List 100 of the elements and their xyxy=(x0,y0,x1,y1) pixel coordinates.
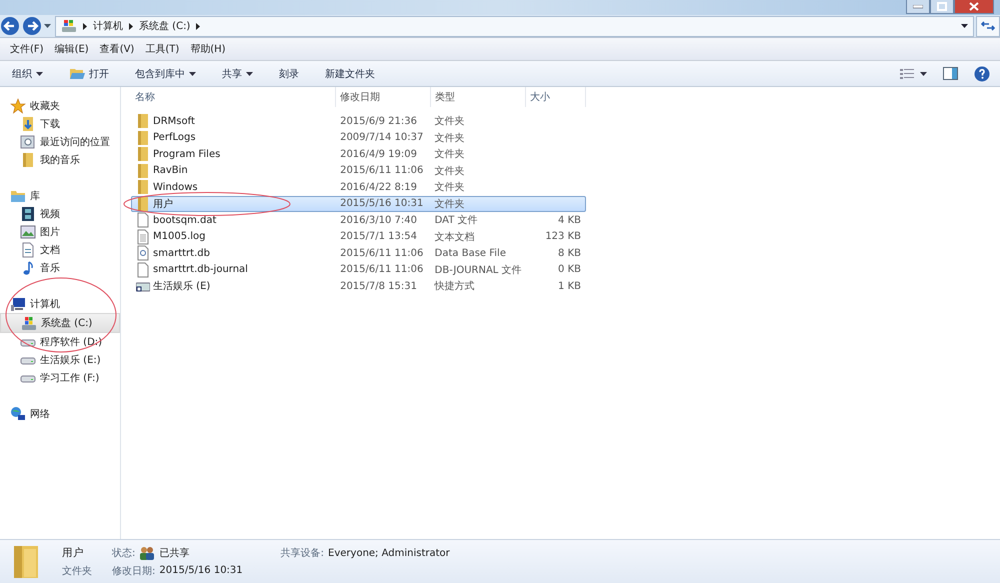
drive-icon xyxy=(61,19,77,33)
menu-item[interactable]: 帮助(H) xyxy=(190,42,226,56)
toolbar-button[interactable]: 共享 xyxy=(214,64,261,82)
toolbar-button[interactable]: 组织 xyxy=(4,64,51,82)
nav-item[interactable]: 学习工作 (F:) xyxy=(0,369,120,387)
file-row[interactable]: PerfLogs 2009/7/14 10:37 文件夹 xyxy=(131,130,586,146)
toolbar-button[interactable]: 包含到库中 xyxy=(127,64,204,82)
file-name: RavBin xyxy=(153,165,188,176)
breadcrumb[interactable]: 计算机 xyxy=(93,19,123,33)
nav-item[interactable]: 视频 xyxy=(0,205,120,223)
menu-item[interactable]: 文件(F) xyxy=(10,42,44,56)
file-type: 快捷方式 xyxy=(433,280,476,294)
nav-item[interactable]: 图片 xyxy=(0,223,120,241)
toolbar-button[interactable]: 刻录 xyxy=(271,64,307,82)
menu-item[interactable]: 工具(T) xyxy=(145,42,180,56)
file-type-icon xyxy=(136,113,150,130)
help-icon xyxy=(974,66,990,82)
modified-date: 2015/7/1 13:54 xyxy=(339,231,418,242)
file-type: 文件夹 xyxy=(434,198,466,211)
file-type-icon xyxy=(136,245,150,262)
nav-icon xyxy=(10,188,26,204)
file-size: 8 KB xyxy=(558,248,581,259)
forward-button[interactable] xyxy=(22,16,42,36)
nav-item[interactable]: 系统盘 (C:) xyxy=(0,313,120,333)
modified-date: 2015/5/16 10:31 xyxy=(339,198,424,210)
item-name: 用户 xyxy=(62,546,85,560)
nav-item[interactable]: 生活娱乐 (E:) xyxy=(0,351,120,369)
file-row[interactable]: Windows 2016/4/22 8:19 文件夹 xyxy=(131,179,586,196)
nav-item[interactable]: 文档 xyxy=(0,241,120,259)
menu-item[interactable]: 编辑(E) xyxy=(54,42,89,56)
file-name: 用户 xyxy=(153,198,173,211)
dropdown-icon[interactable] xyxy=(961,24,968,28)
restore-button[interactable] xyxy=(930,0,954,14)
nav-item[interactable]: 库 xyxy=(0,187,120,205)
chevron-icon[interactable] xyxy=(83,22,87,30)
nav-icon xyxy=(21,315,37,331)
file-type-icon xyxy=(136,179,150,196)
file-row[interactable]: DRMsoft 2015/6/9 21:36 文件夹 xyxy=(131,113,586,130)
column-header[interactable]: 修改日期 xyxy=(336,87,431,107)
nav-item[interactable]: 网络 xyxy=(0,405,120,423)
nav-icon xyxy=(20,224,36,240)
modified-label: 修改日期: xyxy=(112,564,156,578)
breadcrumb[interactable]: 系统盘 (C:) xyxy=(139,19,190,33)
file-type: 文件夹 xyxy=(434,132,466,145)
file-name: smarttrt.db-journal xyxy=(153,264,248,276)
file-size: 123 KB xyxy=(545,231,581,242)
modified-date: 2016/4/9 19:09 xyxy=(339,148,418,160)
nav-icon xyxy=(10,406,26,422)
file-name: M1005.log xyxy=(153,231,206,242)
file-name: DRMsoft xyxy=(153,116,195,127)
restore-icon xyxy=(937,2,947,11)
nav-icon xyxy=(10,296,26,312)
toolbar-button[interactable]: 打开 xyxy=(61,64,117,82)
file-size: 1 KB xyxy=(558,280,581,292)
file-row[interactable]: smarttrt.db-journal 2015/6/11 11:06 DB-JOURNAL 文件 0 KB xyxy=(131,262,586,278)
column-header[interactable]: 大小 xyxy=(526,87,586,107)
modified-value: 2015/5/16 10:31 xyxy=(159,565,243,576)
dropdown-icon[interactable] xyxy=(44,24,51,28)
nav-item[interactable]: 音乐 xyxy=(0,259,120,277)
file-row[interactable]: RavBin 2015/6/11 11:06 文件夹 xyxy=(131,162,586,179)
column-header[interactable]: 类型 xyxy=(431,87,526,107)
file-row[interactable]: M1005.log 2015/7/1 13:54 文本文档 123 KB xyxy=(131,228,586,245)
address-bar[interactable]: 计算机 系统盘 (C:) xyxy=(55,16,974,36)
refresh-button[interactable] xyxy=(976,16,1000,36)
nav-item[interactable]: 我的音乐 xyxy=(0,151,120,169)
minimize-button[interactable] xyxy=(906,0,930,14)
nav-item[interactable]: 下载 xyxy=(0,115,120,133)
file-type-icon xyxy=(136,130,150,146)
nav-icon xyxy=(10,98,26,114)
file-name: bootsqm.dat xyxy=(153,214,216,226)
back-button[interactable] xyxy=(0,16,20,36)
file-type: DAT 文件 xyxy=(434,214,479,228)
file-name: 生活娱乐 (E) xyxy=(153,280,210,294)
file-type-icon xyxy=(136,262,150,278)
nav-item[interactable]: 收藏夹 xyxy=(0,97,120,115)
toolbar-button[interactable]: 新建文件夹 xyxy=(317,64,383,82)
nav-item[interactable]: 计算机 xyxy=(0,295,120,313)
file-row[interactable]: 生活娱乐 (E) 2015/7/8 15:31 快捷方式 1 KB xyxy=(131,278,586,294)
nav-icon xyxy=(20,152,36,168)
close-button[interactable] xyxy=(954,0,994,14)
file-type-icon xyxy=(136,146,150,162)
shared-value: Everyone; Administrator xyxy=(328,548,450,558)
file-type-icon xyxy=(136,212,150,228)
column-header[interactable]: 名称 xyxy=(131,87,336,107)
file-type: 文件夹 xyxy=(434,180,466,194)
minimize-icon xyxy=(913,4,923,8)
file-row[interactable]: Program Files 2016/4/9 19:09 文件夹 xyxy=(131,146,586,162)
nav-item[interactable]: 最近访问的位置 xyxy=(0,133,120,151)
chevron-icon[interactable] xyxy=(129,22,133,30)
file-row[interactable]: 用户 2015/5/16 10:31 文件夹 xyxy=(131,196,586,212)
modified-date: 2016/3/10 7:40 xyxy=(339,214,418,226)
chevron-icon[interactable] xyxy=(196,22,200,30)
folder-icon xyxy=(69,67,85,80)
file-name: Windows xyxy=(153,182,198,193)
caret-icon xyxy=(189,72,196,76)
file-name: Program Files xyxy=(153,148,220,160)
shared-label: 共享设备: xyxy=(280,546,324,560)
file-row[interactable]: bootsqm.dat 2016/3/10 7:40 DAT 文件 4 KB xyxy=(131,212,586,228)
menu-item[interactable]: 查看(V) xyxy=(100,42,134,56)
file-row[interactable]: smarttrt.db 2015/6/11 11:06 Data Base File 8 KB xyxy=(131,245,586,262)
